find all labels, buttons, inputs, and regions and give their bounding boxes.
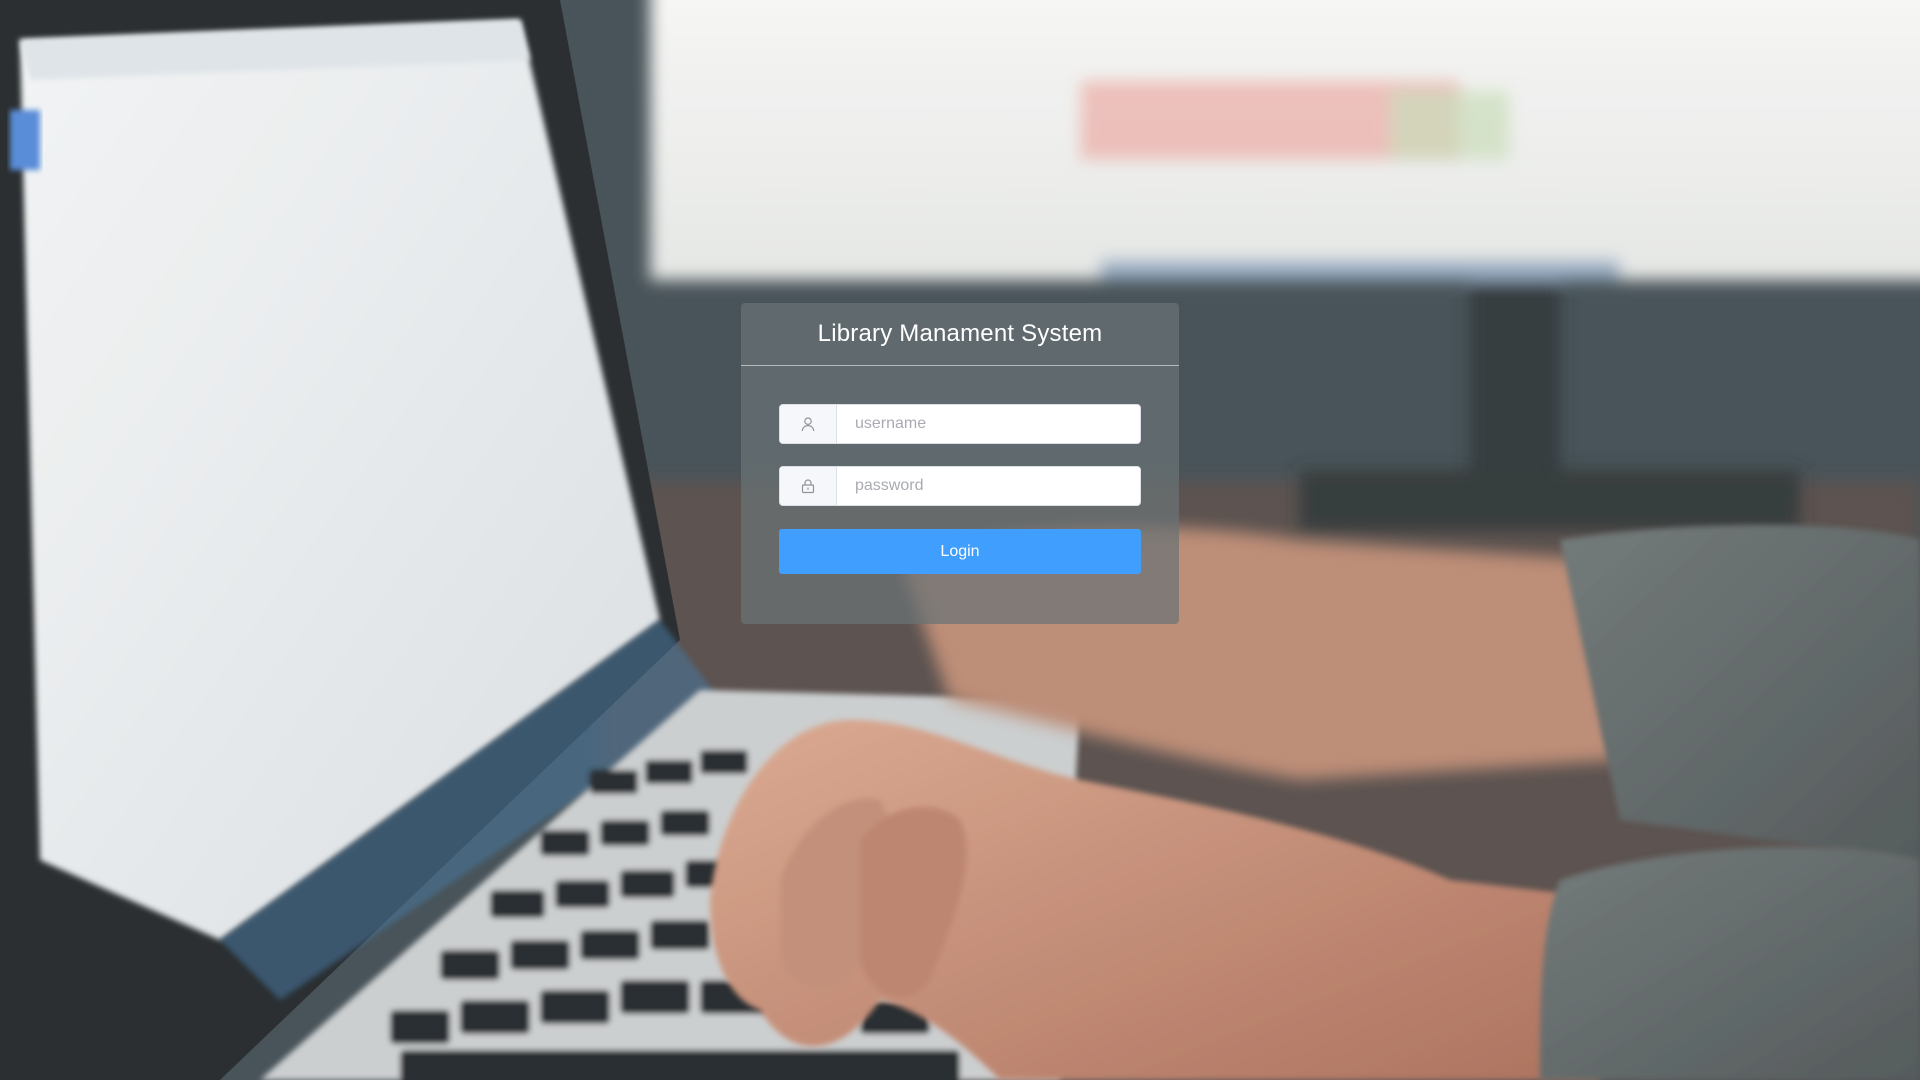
- username-field: [779, 404, 1141, 444]
- lock-icon: [780, 467, 837, 505]
- login-button[interactable]: Login: [779, 529, 1141, 574]
- password-input[interactable]: [837, 467, 1140, 505]
- login-panel-header: Library Manament System: [741, 303, 1179, 366]
- page-title: Library Manament System: [817, 320, 1103, 347]
- login-panel: Library Manament System Login: [741, 303, 1179, 624]
- user-icon: [780, 405, 837, 443]
- password-field: [779, 466, 1141, 506]
- username-input[interactable]: [837, 405, 1140, 443]
